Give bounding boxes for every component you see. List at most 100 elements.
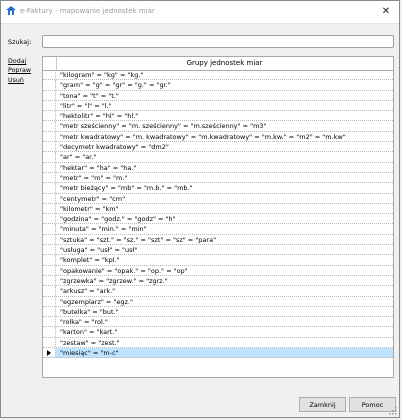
row-header[interactable] [43,317,56,327]
grid-rows: "kilogram" = "kg" = "kg." "gram" = "g" = … [43,70,393,359]
unit-group-cell: "arkusz" = "ark." [60,287,116,296]
row-header[interactable] [43,327,56,337]
table-row[interactable]: "litr" = "l" = "l." [43,100,393,112]
row-header[interactable] [43,152,56,162]
table-row[interactable]: "metr sześcienny" = "m. sześcienny" = "m… [43,121,393,132]
unit-group-cell: "usługa" = "usł" = "usł" [60,246,138,255]
row-header[interactable] [43,234,56,245]
table-row[interactable]: "miesiąc" = "m-c" [43,348,393,359]
unit-group-cell: "hektar" = "ha" = "ha." [60,163,137,172]
table-row[interactable]: "hektolitr" = "hl" = "hl." [43,111,393,122]
row-header[interactable] [43,142,56,152]
action-links: Dodaj Popraw Usuń [8,57,31,85]
edit-link[interactable]: Popraw [8,66,31,75]
unit-group-cell: "egzemplarz" = "egz." [60,297,134,306]
resize-grip-icon[interactable] [389,407,397,415]
row-header[interactable] [43,203,56,214]
table-row[interactable]: "zestaw" = "zest." [43,337,393,349]
unit-group-cell: "zgrzewka" = "zgrzew." = "zgrz." [60,276,168,285]
row-header[interactable] [43,100,56,111]
row-header[interactable] [43,296,56,306]
unit-group-cell: "kilometr" = "km" [60,204,119,213]
table-row[interactable]: "sztuka" = "szt." = "sz." = "szt" = "sz"… [43,234,393,246]
column-header-unit-groups[interactable]: Grupy jednostek miar [56,59,393,67]
unit-group-cell: "kilogram" = "kg" = "kg." [60,71,144,79]
search-input[interactable] [42,35,394,48]
table-row[interactable]: "tona" = "t" = "t." [43,90,393,101]
row-header[interactable] [43,111,56,121]
unit-group-cell: "decymetr kwadratowy" = "dm2" [60,143,169,152]
row-header[interactable] [43,337,56,348]
unit-group-cell: "miesiąc" = "m-c" [60,349,119,358]
table-row[interactable]: "zgrzewka" = "zgrzew." = "zgrz." [43,275,393,287]
unit-group-cell: "gram" = "g" = "gr" = "g." = "gr." [60,81,171,90]
table-row[interactable]: "kilometr" = "km" [43,203,393,215]
row-header[interactable] [43,162,56,172]
row-header[interactable] [43,255,56,265]
row-header[interactable] [43,131,56,142]
unit-group-cell: "zestaw" = "zest." [60,338,120,347]
table-row[interactable]: "ar" = "ar." [43,152,393,163]
row-header[interactable] [43,214,56,224]
row-header[interactable] [43,224,56,234]
unit-group-cell: "centymetr" = "cm" [60,194,126,203]
close-button[interactable]: Zamknij [299,397,346,412]
table-row[interactable]: "godzina" = "godz." = "godz" = "h" [43,214,393,225]
unit-group-cell: "metr" = "m" = "m." [60,173,128,182]
unit-group-cell: "komplet" = "kpl." [60,256,120,265]
table-row[interactable]: "opakowanie" = "opak." = "op." = "op" [43,265,393,276]
app-logo-icon [6,6,16,15]
table-row[interactable]: "minuta" = "min." = "min" [43,224,393,235]
row-header[interactable] [43,121,56,131]
unit-group-cell: "hektolitr" = "hl" = "hl." [60,112,139,121]
unit-group-cell: "butelka" = "but." [60,307,119,316]
unit-group-cell: "sztuka" = "szt." = "sz." = "szt" = "sz"… [60,235,217,244]
unit-group-cell: "godzina" = "godz." = "godz" = "h" [60,215,176,224]
units-grid[interactable]: Grupy jednostek miar "kilogram" = "kg" =… [42,56,394,378]
title-bar[interactable]: e-Faktury - mapowanie jednostek miar ✕ [1,1,399,24]
table-row[interactable]: "metr bieżący" = "mb" = "m.b." = "mb." [43,183,393,194]
app-window: e-Faktury - mapowanie jednostek miar ✕ S… [0,0,400,418]
table-row[interactable]: "butelka" = "but." [43,306,393,318]
current-row-arrow-icon [47,350,51,357]
row-header[interactable] [43,70,56,80]
table-row[interactable]: "metr kwadratowy" = "m. kwadratowy" = "m… [43,131,393,143]
table-row[interactable]: "hektar" = "ha" = "ha." [43,162,393,173]
unit-group-cell: "minuta" = "min." = "min" [60,225,147,234]
search-label: Szukaj: [8,38,32,46]
add-link[interactable]: Dodaj [8,57,31,66]
table-row[interactable]: "metr" = "m" = "m." [43,172,393,184]
row-header[interactable] [43,348,56,358]
row-header[interactable] [43,275,56,286]
row-header[interactable] [43,90,56,100]
unit-group-cell: "litr" = "l" = "l." [60,101,112,110]
table-row[interactable]: "egzemplarz" = "egz." [43,296,393,307]
table-row[interactable]: "gram" = "g" = "gr" = "g." = "gr." [43,80,393,91]
row-header[interactable] [43,306,56,317]
unit-group-cell: "metr kwadratowy" = "m. kwadratowy" = "m… [60,132,346,141]
row-header[interactable] [43,183,56,193]
table-row[interactable]: "centymetr" = "cm" [43,193,393,204]
row-header[interactable] [43,286,56,296]
delete-link[interactable]: Usuń [8,76,31,85]
row-header[interactable] [43,245,56,255]
table-row[interactable]: "karton" = "kart." [43,327,393,338]
table-row[interactable]: "decymetr kwadratowy" = "dm2" [43,142,393,153]
table-row[interactable]: "kilogram" = "kg" = "kg." [43,70,393,81]
table-row[interactable]: "usługa" = "usł" = "usł" [43,245,393,256]
window-title: e-Faktury - mapowanie jednostek miar [20,7,155,15]
grid-header: Grupy jednostek miar [43,57,393,71]
row-header[interactable] [43,265,56,275]
table-row[interactable]: "komplet" = "kpl." [43,255,393,266]
header-gutter [43,57,57,70]
row-header[interactable] [43,193,56,203]
unit-group-cell: "karton" = "kart." [60,328,118,337]
row-header[interactable] [43,80,56,90]
unit-group-cell: "rolka" = "rol." [60,318,108,327]
table-row[interactable]: "rolka" = "rol." [43,317,393,328]
unit-group-cell: "tona" = "t" = "t." [60,91,119,100]
row-header[interactable] [43,172,56,183]
close-icon[interactable]: ✕ [379,5,393,19]
unit-group-cell: "ar" = "ar." [60,153,97,162]
table-row[interactable]: "arkusz" = "ark." [43,286,393,297]
